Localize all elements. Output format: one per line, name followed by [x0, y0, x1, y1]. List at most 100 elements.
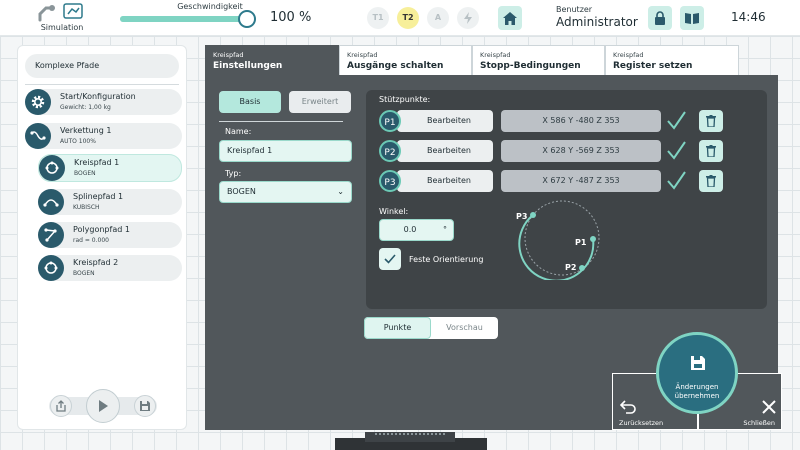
check-icon [384, 254, 396, 264]
simulation-toggle[interactable]: Simulation [30, 2, 94, 34]
program-title[interactable]: Komplexe Pfade [25, 54, 179, 78]
tab-label: Stopp-Bedingungen [480, 61, 581, 71]
speed-value: 100 % [270, 10, 312, 25]
tree-node-circle-path-1[interactable]: Kreispfad 1 BOGEN [38, 154, 182, 182]
mode-basic-button[interactable]: Basis [219, 91, 281, 113]
polygon-path-icon [38, 222, 64, 248]
tab-settings[interactable]: Kreispfad Einstellungen [205, 45, 339, 75]
tab-set-registers[interactable]: Kreispfad Register setzen [605, 45, 739, 75]
robot-base-graphic [335, 432, 487, 450]
home-icon [503, 11, 517, 25]
fixed-orientation-checkbox[interactable] [379, 248, 401, 270]
arc-point-p3 [530, 212, 536, 218]
mode-button-auto[interactable]: A [427, 7, 449, 29]
tree-node-subtitle: Gewicht: 1,00 kg [60, 104, 111, 111]
home-button[interactable] [498, 6, 522, 30]
save-icon [140, 401, 150, 411]
point-coordinates: X 628 Y -569 Z 353 [501, 140, 661, 162]
point-coordinates: X 672 Y -487 Z 353 [501, 170, 661, 192]
name-label: Name: [225, 127, 252, 136]
power-button[interactable] [457, 7, 479, 29]
angle-unit: ° [443, 225, 447, 234]
tab-small-label: Kreispfad [480, 51, 511, 59]
tree-node-circle-path-2[interactable]: Kreispfad 2 BOGEN [38, 255, 182, 281]
angle-input[interactable]: 0.0 ° [379, 219, 454, 241]
point-badge: P1 [379, 110, 401, 132]
point-delete-button[interactable] [699, 140, 723, 162]
point-delete-button[interactable] [699, 110, 723, 132]
save-program-button[interactable] [134, 395, 156, 417]
trash-icon [706, 145, 716, 157]
undo-icon [620, 400, 636, 414]
apply-label-line1: Änderungen [675, 383, 719, 391]
apply-label-line2: übernehmen [674, 392, 720, 400]
tree-node-start-config[interactable]: Start/Konfiguration Gewicht: 1,00 kg [25, 89, 182, 115]
tab-label: Einstellungen [213, 61, 283, 71]
trash-icon [706, 115, 716, 127]
mode-button-t2[interactable]: T2 [397, 7, 419, 29]
tree-node-title: Kreispfad 2 [73, 258, 119, 267]
mode-button-t1[interactable]: T1 [367, 7, 389, 29]
tab-switch-outputs[interactable]: Kreispfad Ausgänge schalten [339, 45, 472, 75]
tab-small-label: Kreispfad [213, 51, 244, 59]
tree-node-subtitle: AUTO 100% [60, 138, 96, 145]
tab-label: Ausgänge schalten [347, 61, 444, 71]
point-coordinates: X 586 Y -480 Z 353 [501, 110, 661, 132]
point-edit-button[interactable]: Bearbeiten [397, 170, 493, 192]
tree-node-polygon-path-1[interactable]: Polygonpfad 1 rad = 0.000 [38, 222, 182, 248]
program-controls [18, 389, 188, 423]
speed-slider[interactable] [120, 10, 256, 28]
tree-node-subtitle: KUBISCH [73, 204, 100, 211]
save-icon [691, 356, 705, 370]
arc-label-p1: P1 [575, 238, 587, 247]
check-icon [667, 171, 686, 190]
speed-slider-thumb[interactable] [238, 10, 256, 28]
lock-button[interactable] [648, 6, 672, 30]
tree-node-chain-1[interactable]: Verkettung 1 AUTO 100% [25, 123, 182, 149]
export-icon [56, 400, 66, 412]
tree-node-title: Verkettung 1 [60, 126, 112, 135]
user-role-label: Benutzer [556, 5, 593, 14]
divider [25, 84, 179, 85]
angle-label: Winkel: [379, 207, 409, 216]
circle-path-icon [38, 255, 64, 281]
tree-node-subtitle: rad = 0.000 [73, 237, 109, 244]
type-select[interactable]: BOGEN ⌄ [219, 181, 352, 203]
tab-small-label: Kreispfad [613, 51, 644, 59]
export-button[interactable] [50, 395, 72, 417]
spline-path-icon [38, 189, 64, 215]
tree-node-subtitle: BOGEN [74, 170, 96, 177]
point-edit-button[interactable]: Bearbeiten [397, 140, 493, 162]
user-name[interactable]: Administrator [556, 15, 638, 29]
point-badge: P2 [379, 140, 401, 162]
program-tree-panel: Komplexe Pfade Start/Konfiguration Gewic… [17, 45, 187, 430]
check-icon [667, 141, 686, 160]
arc-point-p1 [590, 236, 596, 242]
points-view-button[interactable]: Punkte [364, 317, 431, 339]
arc-label-p3: P3 [516, 212, 528, 221]
simulation-label: Simulation [40, 23, 84, 32]
preview-view-button[interactable]: Vorschau [431, 317, 498, 339]
trash-icon [706, 175, 716, 187]
gear-icon [25, 89, 51, 115]
mode-advanced-button[interactable]: Erweitert [289, 91, 351, 113]
tree-node-spline-path-1[interactable]: Splinepfad 1 KUBISCH [38, 189, 182, 215]
play-button[interactable] [86, 389, 120, 423]
name-input[interactable]: Kreispfad 1 [219, 140, 352, 162]
tree-node-title: Polygonpfad 1 [73, 225, 130, 234]
apply-changes-button[interactable]: Änderungen übernehmen [656, 332, 738, 414]
close-icon [762, 400, 776, 414]
point-edit-button[interactable]: Bearbeiten [397, 110, 493, 132]
tree-node-subtitle: BOGEN [73, 270, 95, 277]
fixed-orientation-label: Feste Orientierung [409, 255, 484, 264]
arc-point-p2 [579, 265, 585, 271]
point-delete-button[interactable] [699, 170, 723, 192]
power-icon [464, 12, 472, 24]
lock-icon [655, 11, 665, 25]
points-label: Stützpunkte: [379, 95, 431, 104]
manual-button[interactable] [680, 6, 704, 30]
tree-node-title: Kreispfad 1 [74, 158, 120, 167]
tree-node-title: Start/Konfiguration [60, 92, 136, 101]
arc-label-p2: P2 [565, 263, 577, 272]
tab-stop-conditions[interactable]: Kreispfad Stopp-Bedingungen [472, 45, 605, 75]
